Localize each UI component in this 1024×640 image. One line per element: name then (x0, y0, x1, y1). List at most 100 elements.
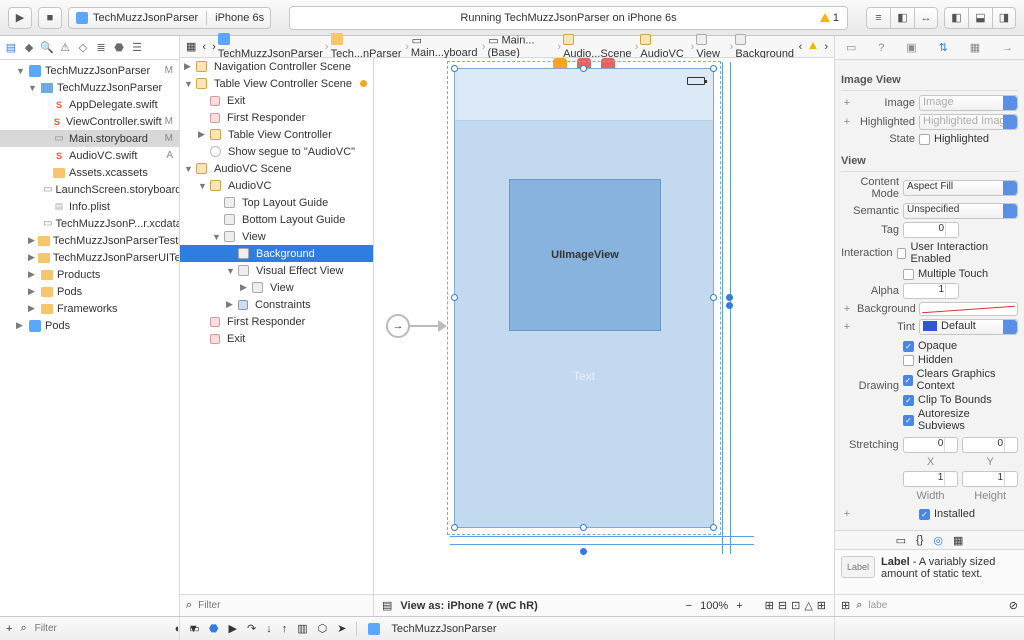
help-inspector-tab[interactable]: ? (878, 42, 884, 54)
nav-item[interactable]: SAppDelegate.swift (0, 96, 179, 113)
prev-issue-button[interactable]: ‹ (799, 41, 803, 53)
debug-navigator-tab[interactable]: ≣ (94, 41, 108, 55)
nav-item[interactable]: ▶TechMuzzJsonParserTests (0, 232, 179, 249)
semantic-select[interactable]: Unspecified (903, 203, 1018, 219)
outline-item[interactable]: ▼AudioVC (180, 177, 373, 194)
nav-item[interactable]: ▶Frameworks (0, 300, 179, 317)
add-icon[interactable]: + (841, 97, 853, 109)
nav-item[interactable]: ▶Products (0, 266, 179, 283)
tag-input[interactable]: 0 (903, 222, 959, 238)
object-lib-tab[interactable]: ◎ (933, 534, 943, 547)
jump-segment[interactable]: Audio...Scene (563, 34, 633, 60)
outline-item[interactable]: Exit (180, 330, 373, 347)
toggle-debug-button[interactable]: ▼ (188, 623, 199, 635)
view-debug-button[interactable]: ▥ (297, 622, 307, 635)
toggle-right-panel[interactable]: ◨ (992, 7, 1016, 29)
stretch-h-input[interactable]: 1 (962, 471, 1018, 487)
media-lib-tab[interactable]: ▦ (953, 534, 963, 547)
editor-mode-segment[interactable]: ≡ ◧ ↔ (866, 7, 938, 29)
drawing-checkbox[interactable] (903, 355, 914, 366)
toggle-bottom-panel[interactable]: ⬓ (968, 7, 992, 29)
label-object-icon[interactable]: Label (841, 556, 875, 578)
code-snippet-lib-tab[interactable]: {} (916, 534, 923, 546)
nav-item[interactable]: ▭Main.storyboardM (0, 130, 179, 147)
outline-filter-input[interactable] (198, 600, 367, 611)
stretch-y-input[interactable]: 0 (962, 437, 1018, 453)
assistant-editor-button[interactable]: ◧ (890, 7, 914, 29)
panel-toggle-segment[interactable]: ◧ ⬓ ◨ (944, 7, 1016, 29)
outline-item[interactable]: Exit (180, 92, 373, 109)
nav-item[interactable]: Assets.xcassets (0, 164, 179, 181)
zoom-in-button[interactable]: + (736, 600, 742, 612)
step-over-button[interactable]: ↷ (247, 622, 256, 635)
text-label-element[interactable]: Text (573, 369, 595, 383)
outline-item[interactable]: ▶Table View Controller (180, 126, 373, 143)
report-navigator-tab[interactable]: ☰ (130, 41, 144, 55)
nav-item[interactable]: ▤Info.plist (0, 198, 179, 215)
nav-item[interactable]: ▶Pods (0, 317, 179, 334)
back-button[interactable]: ‹ (202, 41, 206, 53)
file-inspector-tab[interactable]: ▭ (846, 41, 856, 54)
find-navigator-tab[interactable]: 🔍 (40, 41, 54, 55)
pin-button[interactable]: ⊡ (791, 599, 800, 612)
nav-item[interactable]: SViewController.swiftM (0, 113, 179, 130)
stack-button[interactable]: ⊞ (817, 599, 826, 612)
outline-item[interactable]: ▶Navigation Controller Scene (180, 58, 373, 75)
jump-segment[interactable]: ▭Main...(Base) (487, 34, 555, 59)
attributes-inspector-tab[interactable]: ⇅ (939, 41, 948, 54)
related-items-button[interactable]: ▦ (186, 40, 196, 53)
nav-item[interactable]: ▶Pods (0, 283, 179, 300)
project-navigator-tab[interactable]: ▤ (4, 41, 18, 55)
jump-segment[interactable]: AudioVC (640, 34, 688, 60)
drawing-checkbox[interactable]: ✓ (903, 395, 914, 406)
outline-item[interactable]: First Responder (180, 109, 373, 126)
step-out-button[interactable]: ↑ (282, 623, 288, 635)
image-field[interactable]: Image (919, 95, 1018, 111)
outline-item[interactable]: ▼View (180, 228, 373, 245)
navigator-tabs[interactable]: ▤ ◆ 🔍 ⚠ ◇ ≣ ⬣ ☰ (0, 36, 179, 60)
step-into-button[interactable]: ↓ (266, 623, 272, 635)
library-tabs[interactable]: ▭ {} ◎ ▦ (835, 530, 1024, 550)
state-highlighted-checkbox[interactable] (919, 134, 930, 145)
test-navigator-tab[interactable]: ◇ (76, 41, 90, 55)
background-color-well[interactable] (919, 302, 1018, 316)
clear-filter-icon[interactable]: ⊘ (1009, 599, 1018, 612)
outline-item[interactable]: Show segue to "AudioVC" (180, 143, 373, 160)
multiple-touch-checkbox[interactable] (903, 269, 914, 280)
identity-inspector-tab[interactable]: ▣ (906, 41, 916, 54)
interface-builder-canvas[interactable]: → UIImageView Text (374, 58, 834, 594)
file-template-lib-tab[interactable]: ▭ (896, 534, 906, 547)
content-mode-select[interactable]: Aspect Fill (903, 180, 1018, 196)
outline-item[interactable]: ▶View (180, 279, 373, 296)
embed-button[interactable]: ⊞ (765, 599, 774, 612)
issue-navigator-tab[interactable]: ⚠ (58, 41, 72, 55)
jump-segment[interactable]: Tech...nParser (331, 33, 404, 60)
stop-button[interactable]: ■ (38, 7, 62, 29)
nav-item[interactable]: ▭LaunchScreen.storyboard (0, 181, 179, 198)
outline-item[interactable]: Top Layout Guide (180, 194, 373, 211)
view-as-button[interactable]: View as: iPhone 7 (wC hR) (400, 600, 537, 612)
size-inspector-tab[interactable]: ▦ (970, 41, 980, 54)
project-tree[interactable]: ▼TechMuzzJsonParserM▼TechMuzzJsonParserS… (0, 60, 179, 616)
memory-graph-button[interactable]: ⬡ (318, 622, 328, 635)
library-filter-input[interactable] (868, 600, 1002, 611)
library-body[interactable]: Label Label - A variably sized amount of… (835, 550, 1024, 594)
next-issue-button[interactable]: › (824, 41, 828, 53)
version-editor-button[interactable]: ↔ (914, 7, 938, 29)
zoom-out-button[interactable]: − (686, 600, 692, 612)
drawing-checkbox[interactable]: ✓ (903, 341, 914, 352)
nav-item[interactable]: SAudioVC.swiftA (0, 147, 179, 164)
continue-button[interactable]: ▶ (229, 622, 237, 635)
symbol-navigator-tab[interactable]: ◆ (22, 41, 36, 55)
connections-inspector-tab[interactable]: → (1002, 42, 1013, 54)
inspector-tabs[interactable]: ▭ ? ▣ ⇅ ▦ → (835, 36, 1024, 60)
document-outline[interactable]: ▶Navigation Controller Scene▼Table View … (180, 58, 374, 594)
drawing-checkbox[interactable]: ✓ (903, 375, 913, 386)
outline-item[interactable]: ▶Constraints (180, 296, 373, 313)
jump-segment[interactable]: Background (735, 34, 796, 60)
toggle-left-panel[interactable]: ◧ (944, 7, 968, 29)
stretch-x-input[interactable]: 0 (903, 437, 959, 453)
nav-item[interactable]: ▶TechMuzzJsonParserUITests (0, 249, 179, 266)
outline-item[interactable]: ▼Table View Controller Scene (180, 75, 373, 92)
jump-segment[interactable]: ▭Main...yboard (411, 34, 480, 59)
